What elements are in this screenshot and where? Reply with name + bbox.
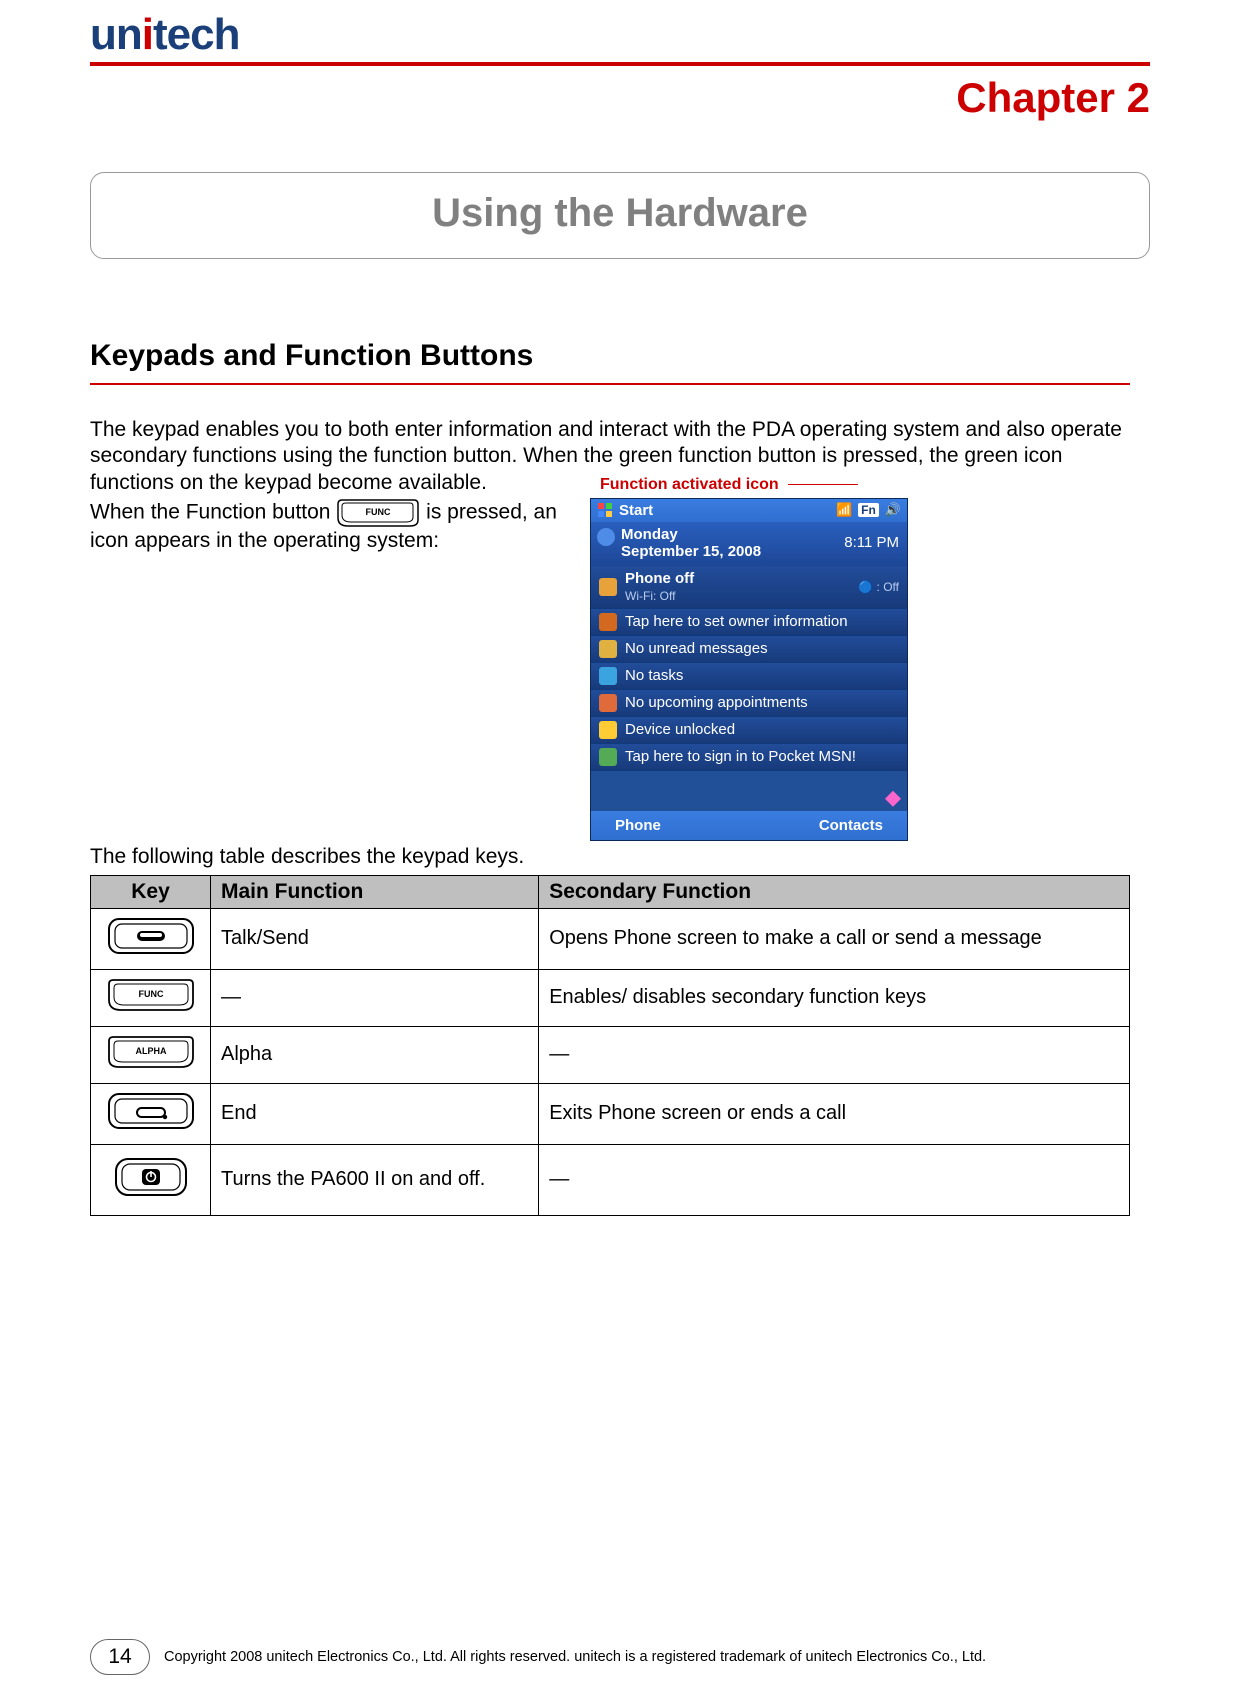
pda-row-messages: No unread messages <box>591 636 907 663</box>
func-key-icon: FUNC <box>107 978 195 1012</box>
table-header-row: Key Main Function Secondary Function <box>91 875 1130 908</box>
pda-soft-left: Phone <box>615 817 661 834</box>
cell-secondary: Exits Phone screen or ends a call <box>539 1083 1130 1144</box>
phone-icon <box>599 578 617 596</box>
cell-main: Alpha <box>211 1026 539 1083</box>
th-key: Key <box>91 875 211 908</box>
pda-row-appts: No upcoming appointments <box>591 690 907 717</box>
section-heading: Keypads and Function Buttons <box>90 339 1130 373</box>
copyright-text: Copyright 2008 unitech Electronics Co., … <box>164 1649 986 1665</box>
pda-date-full: September 15, 2008 <box>621 543 761 560</box>
pda-owner: Tap here to set owner information <box>625 613 848 630</box>
key-cell <box>91 1144 211 1215</box>
key-cell <box>91 908 211 969</box>
brand-logo: unitech <box>90 10 1150 62</box>
pda-blank-area <box>591 771 907 811</box>
table-row: FUNC — Enables/ disables secondary funct… <box>91 969 1130 1026</box>
cell-secondary: — <box>539 1026 1130 1083</box>
pda-row-msn: Tap here to sign in to Pocket MSN! <box>591 744 907 771</box>
pda-screenshot: Function activated icon Start 📶 Fn <box>590 498 908 841</box>
th-secondary: Secondary Function <box>539 875 1130 908</box>
pda-row-tasks: No tasks <box>591 663 907 690</box>
key-cell: ALPHA <box>91 1026 211 1083</box>
func-sentence-pre: When the Function button <box>90 500 336 523</box>
svg-text:FUNC: FUNC <box>366 507 391 517</box>
cell-main: Talk/Send <box>211 908 539 969</box>
pda-msn: Tap here to sign in to Pocket MSN! <box>625 748 856 765</box>
table-row: End Exits Phone screen or ends a call <box>91 1083 1130 1144</box>
pda-titlebar: Start 📶 Fn 🔊 <box>591 499 907 522</box>
brand-underline <box>90 62 1150 66</box>
pda-date-day: Monday <box>621 526 678 543</box>
chapter-title-box: Using the Hardware <box>90 172 1150 259</box>
pda-row-phone: Phone off Wi-Fi: Off 🔵 : Off <box>591 566 907 609</box>
owner-icon <box>599 613 617 631</box>
start-flag-icon <box>597 502 613 518</box>
power-key-icon <box>114 1157 188 1197</box>
cell-main: Turns the PA600 II on and off. <box>211 1144 539 1215</box>
end-key-icon <box>107 1092 195 1130</box>
tasks-icon <box>599 667 617 685</box>
pda-datebar: Monday September 15, 2008 8:11 PM <box>591 522 907 566</box>
brand-part1: un <box>90 10 142 59</box>
cell-secondary: Opens Phone screen to make a call or sen… <box>539 908 1130 969</box>
cell-main: End <box>211 1083 539 1144</box>
table-row: Talk/Send Opens Phone screen to make a c… <box>91 908 1130 969</box>
pda-appts: No upcoming appointments <box>625 694 808 711</box>
speaker-icon: 🔊 <box>885 502 901 518</box>
pda-row-owner: Tap here to set owner information <box>591 609 907 636</box>
brand-part3: tech <box>153 10 239 59</box>
th-main: Main Function <box>211 875 539 908</box>
svg-text:FUNC: FUNC <box>138 989 163 999</box>
cell-main: — <box>211 969 539 1026</box>
callout-label: Function activated icon <box>600 476 779 494</box>
page-footer: 14 Copyright 2008 unitech Electronics Co… <box>90 1639 1150 1675</box>
pda-soft-right: Contacts <box>819 817 883 834</box>
func-key-inline-icon: FUNC <box>336 498 420 528</box>
calendar-icon <box>599 694 617 712</box>
talk-key-icon <box>107 917 195 955</box>
pda-softbar: Phone Contacts <box>591 811 907 840</box>
cell-secondary: — <box>539 1144 1130 1215</box>
svg-text:ALPHA: ALPHA <box>135 1046 166 1056</box>
pda-locked: Device unlocked <box>625 721 735 738</box>
pda-time: 8:11 PM <box>844 534 899 551</box>
mail-icon <box>599 640 617 658</box>
callout-line <box>788 484 858 485</box>
alpha-key-icon: ALPHA <box>107 1035 195 1069</box>
chapter-label: Chapter 2 <box>90 74 1150 122</box>
pda-title: Start <box>619 502 653 519</box>
table-row: ALPHA Alpha — <box>91 1026 1130 1083</box>
table-row: Turns the PA600 II on and off. — <box>91 1144 1130 1215</box>
signal-icon: 📶 <box>836 502 852 518</box>
chapter-title-text: Using the Hardware <box>432 191 808 235</box>
cell-secondary: Enables/ disables secondary function key… <box>539 969 1130 1026</box>
fn-chip: Fn <box>858 503 879 517</box>
pda-messages: No unread messages <box>625 640 768 657</box>
lock-icon <box>599 721 617 739</box>
pda-row-locked: Device unlocked <box>591 717 907 744</box>
keypad-table: Key Main Function Secondary Function <box>90 875 1130 1216</box>
pda-tasks: No tasks <box>625 667 683 684</box>
key-cell <box>91 1083 211 1144</box>
key-cell: FUNC <box>91 969 211 1026</box>
pda-wifi: Wi-Fi: Off <box>625 589 675 603</box>
brand-part2: i <box>142 10 153 59</box>
msn-icon <box>599 748 617 766</box>
page-number: 14 <box>90 1639 150 1675</box>
pda-bt: Off <box>883 580 899 594</box>
pda-phone-off: Phone off <box>625 570 694 587</box>
table-note: The following table describes the keypad… <box>90 845 1130 869</box>
section-rule <box>90 383 1130 385</box>
func-sentence: When the Function button FUNC is pressed… <box>90 498 580 554</box>
